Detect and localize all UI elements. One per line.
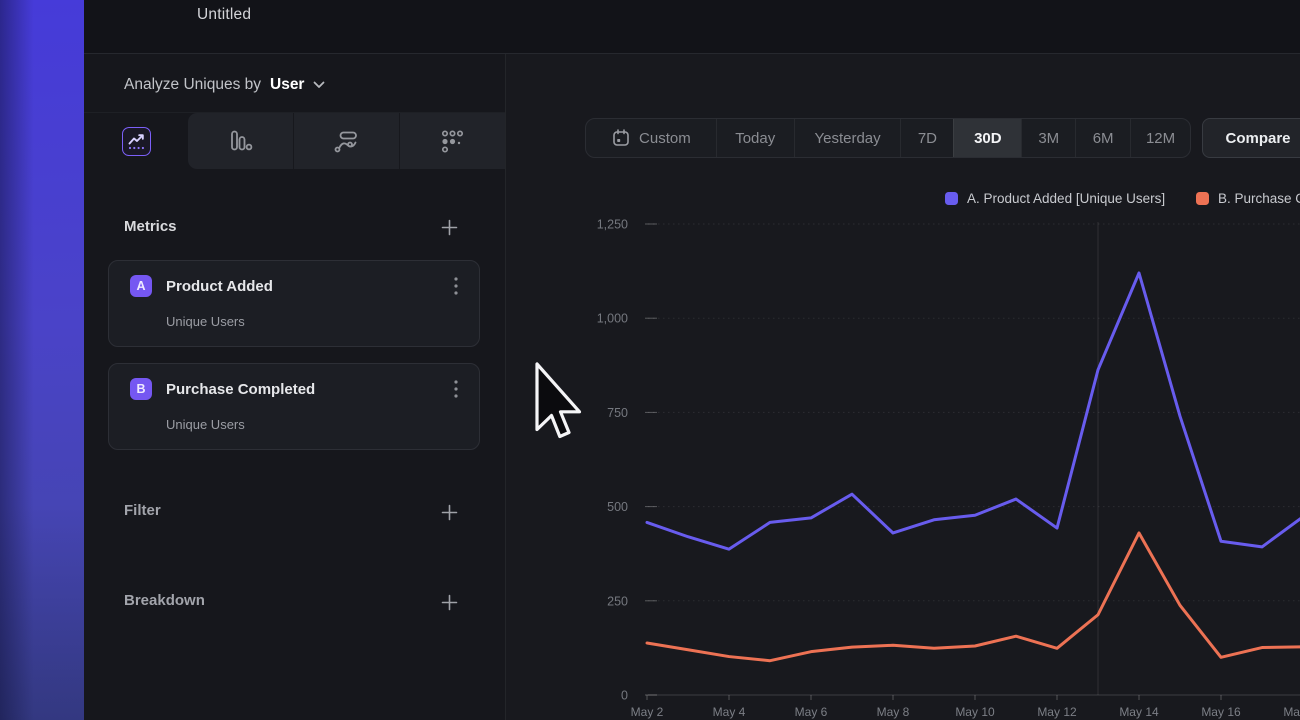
legend-swatch-b (1196, 192, 1209, 205)
metric-badge: A (130, 275, 152, 297)
metric-menu-button[interactable] (449, 379, 463, 399)
compare-button[interactable]: Compare (1202, 118, 1300, 158)
kebab-icon (454, 277, 458, 295)
metric-subtitle[interactable]: Unique Users (166, 417, 245, 432)
gradient-side-strip (0, 0, 84, 720)
range-label: 30D (974, 130, 1002, 147)
tab-flow[interactable] (293, 113, 399, 169)
calendar-icon (611, 128, 631, 148)
legend-label: A. Product Added [Unique Users] (967, 191, 1165, 206)
range-label: 12M (1146, 130, 1175, 147)
date-range-selector: Custom Today Yesterday 7D 30D 3M 6M 12M (585, 118, 1191, 158)
metric-menu-button[interactable] (449, 276, 463, 296)
legend-item-a[interactable]: A. Product Added [Unique Users] (945, 191, 1165, 206)
analyze-value-dropdown[interactable]: User (270, 76, 304, 94)
metric-card-a[interactable]: A Product Added Unique Users (108, 260, 480, 347)
add-breakdown-button[interactable] (440, 593, 458, 611)
retention-grid-icon (439, 128, 466, 155)
range-label: Yesterday (814, 130, 880, 147)
metric-subtitle[interactable]: Unique Users (166, 314, 245, 329)
add-metric-button[interactable] (440, 218, 458, 236)
breakdown-label: Breakdown (124, 592, 205, 609)
range-label: 6M (1093, 130, 1114, 147)
range-label: Custom (639, 130, 691, 147)
metrics-header: Metrics (124, 218, 177, 235)
range-custom[interactable]: Custom (586, 119, 716, 157)
range-6m[interactable]: 6M (1075, 119, 1130, 157)
range-7d[interactable]: 7D (900, 119, 953, 157)
analyze-label: Analyze Uniques by (124, 76, 261, 94)
flow-icon (333, 128, 360, 155)
chevron-down-icon[interactable] (313, 81, 325, 89)
range-label: Today (735, 130, 775, 147)
kebab-icon (454, 380, 458, 398)
legend-item-b[interactable]: B. Purchase Completed [Unique Users] (1196, 191, 1300, 206)
filter-label: Filter (124, 502, 161, 519)
plus-icon (441, 219, 458, 236)
metric-title: Product Added (166, 278, 273, 295)
legend-swatch-a (945, 192, 958, 205)
range-label: 3M (1038, 130, 1059, 147)
insights-report-window: Untitled Analyze Uniques by User (0, 0, 1300, 720)
plus-icon (441, 594, 458, 611)
report-title[interactable]: Untitled (197, 6, 251, 24)
plus-icon (441, 504, 458, 521)
chart-type-tab-group (188, 113, 505, 169)
range-3m[interactable]: 3M (1021, 119, 1075, 157)
metric-badge: B (130, 378, 152, 400)
range-30d[interactable]: 30D (953, 119, 1021, 157)
top-bar: Untitled (84, 0, 1300, 53)
analyze-row: Analyze Uniques by User (124, 75, 325, 95)
line-chart-icon (126, 131, 147, 152)
range-12m[interactable]: 12M (1130, 119, 1190, 157)
range-today[interactable]: Today (716, 119, 794, 157)
tab-line-chart[interactable] (122, 127, 151, 156)
legend-label: B. Purchase Completed [Unique Users] (1218, 191, 1300, 206)
metric-card-b[interactable]: B Purchase Completed Unique Users (108, 363, 480, 450)
range-yesterday[interactable]: Yesterday (794, 119, 901, 157)
metric-title: Purchase Completed (166, 381, 315, 398)
bar-chart-icon (227, 128, 254, 155)
tab-retention-grid[interactable] (399, 113, 505, 169)
tab-bar-chart[interactable] (188, 113, 293, 169)
add-filter-button[interactable] (440, 503, 458, 521)
range-label: 7D (918, 130, 937, 147)
